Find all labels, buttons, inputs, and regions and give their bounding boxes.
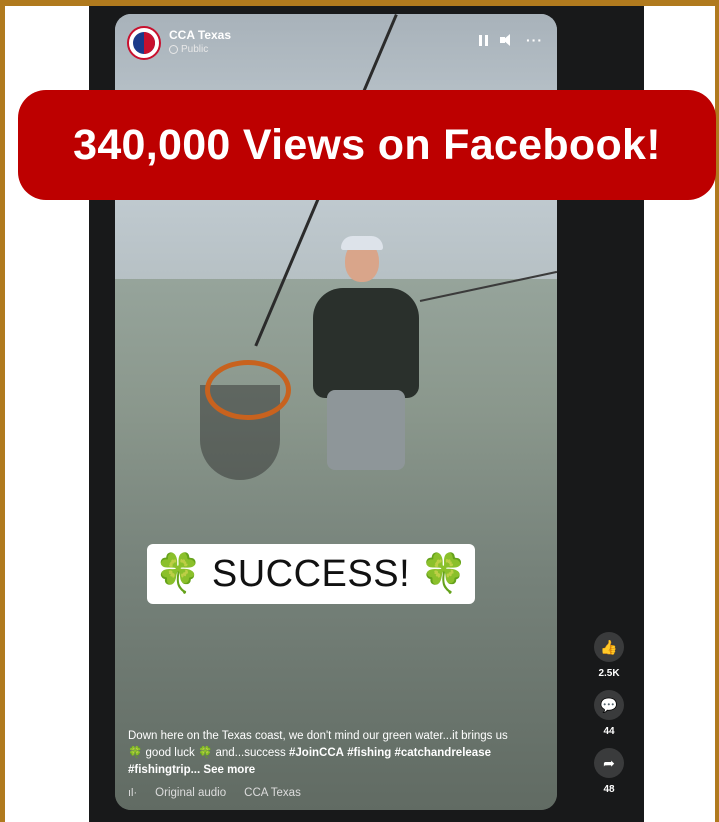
clover-icon: 🍀 — [420, 553, 468, 595]
audio-bar[interactable]: ıl· Original audio CCA Texas — [128, 787, 301, 799]
caption-success: and...success — [212, 747, 289, 759]
audio-label[interactable]: Original audio — [155, 787, 226, 799]
angler-waders — [327, 390, 405, 470]
audio-artist[interactable]: CCA Texas — [244, 787, 301, 799]
reaction-bar: 👍 2.5K 💬 44 ➦ 48 — [590, 632, 628, 806]
clover-icon: 🍀 — [197, 747, 213, 759]
privacy-label: Public — [181, 44, 209, 55]
share-count: 48 — [603, 784, 615, 795]
globe-icon — [169, 45, 178, 54]
angler-cap — [341, 236, 383, 250]
hashtag-fishing[interactable]: #fishing — [347, 747, 391, 759]
video-controls: ··· — [479, 32, 543, 48]
post-caption: Down here on the Texas coast, we don't m… — [128, 728, 553, 779]
cca-logo-icon — [133, 32, 155, 54]
volume-icon[interactable] — [500, 34, 514, 46]
see-more-link[interactable]: See more — [203, 764, 255, 776]
like-icon[interactable]: 👍 — [594, 632, 624, 662]
success-text: SUCCESS! — [211, 552, 411, 595]
pause-icon[interactable] — [479, 34, 488, 46]
post-header: CCA Texas Public ··· — [115, 14, 557, 74]
comment-icon[interactable]: 💬 — [594, 690, 624, 720]
hashtag-joincca[interactable]: #JoinCCA — [289, 747, 344, 759]
like-count: 2.5K — [598, 668, 620, 679]
angler-body — [313, 288, 419, 398]
clover-icon: 🍀 — [154, 553, 202, 595]
clover-icon: 🍀 — [128, 747, 143, 759]
success-overlay: 🍀 SUCCESS! 🍀 — [147, 544, 475, 604]
share-icon[interactable]: ➦ — [594, 748, 624, 778]
hashtag-catchandrelease[interactable]: #catchandrelease — [394, 747, 491, 759]
angler — [285, 236, 445, 480]
privacy-indicator: Public — [169, 44, 208, 55]
views-banner: 340,000 Views on Facebook! — [18, 90, 716, 200]
more-icon[interactable]: ··· — [526, 32, 543, 48]
caption-good-luck: good luck — [142, 747, 198, 759]
audio-wave-icon: ıl· — [128, 787, 138, 799]
caption-line: Down here on the Texas coast, we don't m… — [128, 730, 508, 742]
hashtag-fishingtrip[interactable]: #fishingtrip... — [128, 764, 200, 776]
avatar[interactable] — [127, 26, 161, 60]
landing-net-ring — [205, 360, 291, 420]
page-name[interactable]: CCA Texas — [169, 28, 231, 42]
comment-count: 44 — [603, 726, 615, 737]
